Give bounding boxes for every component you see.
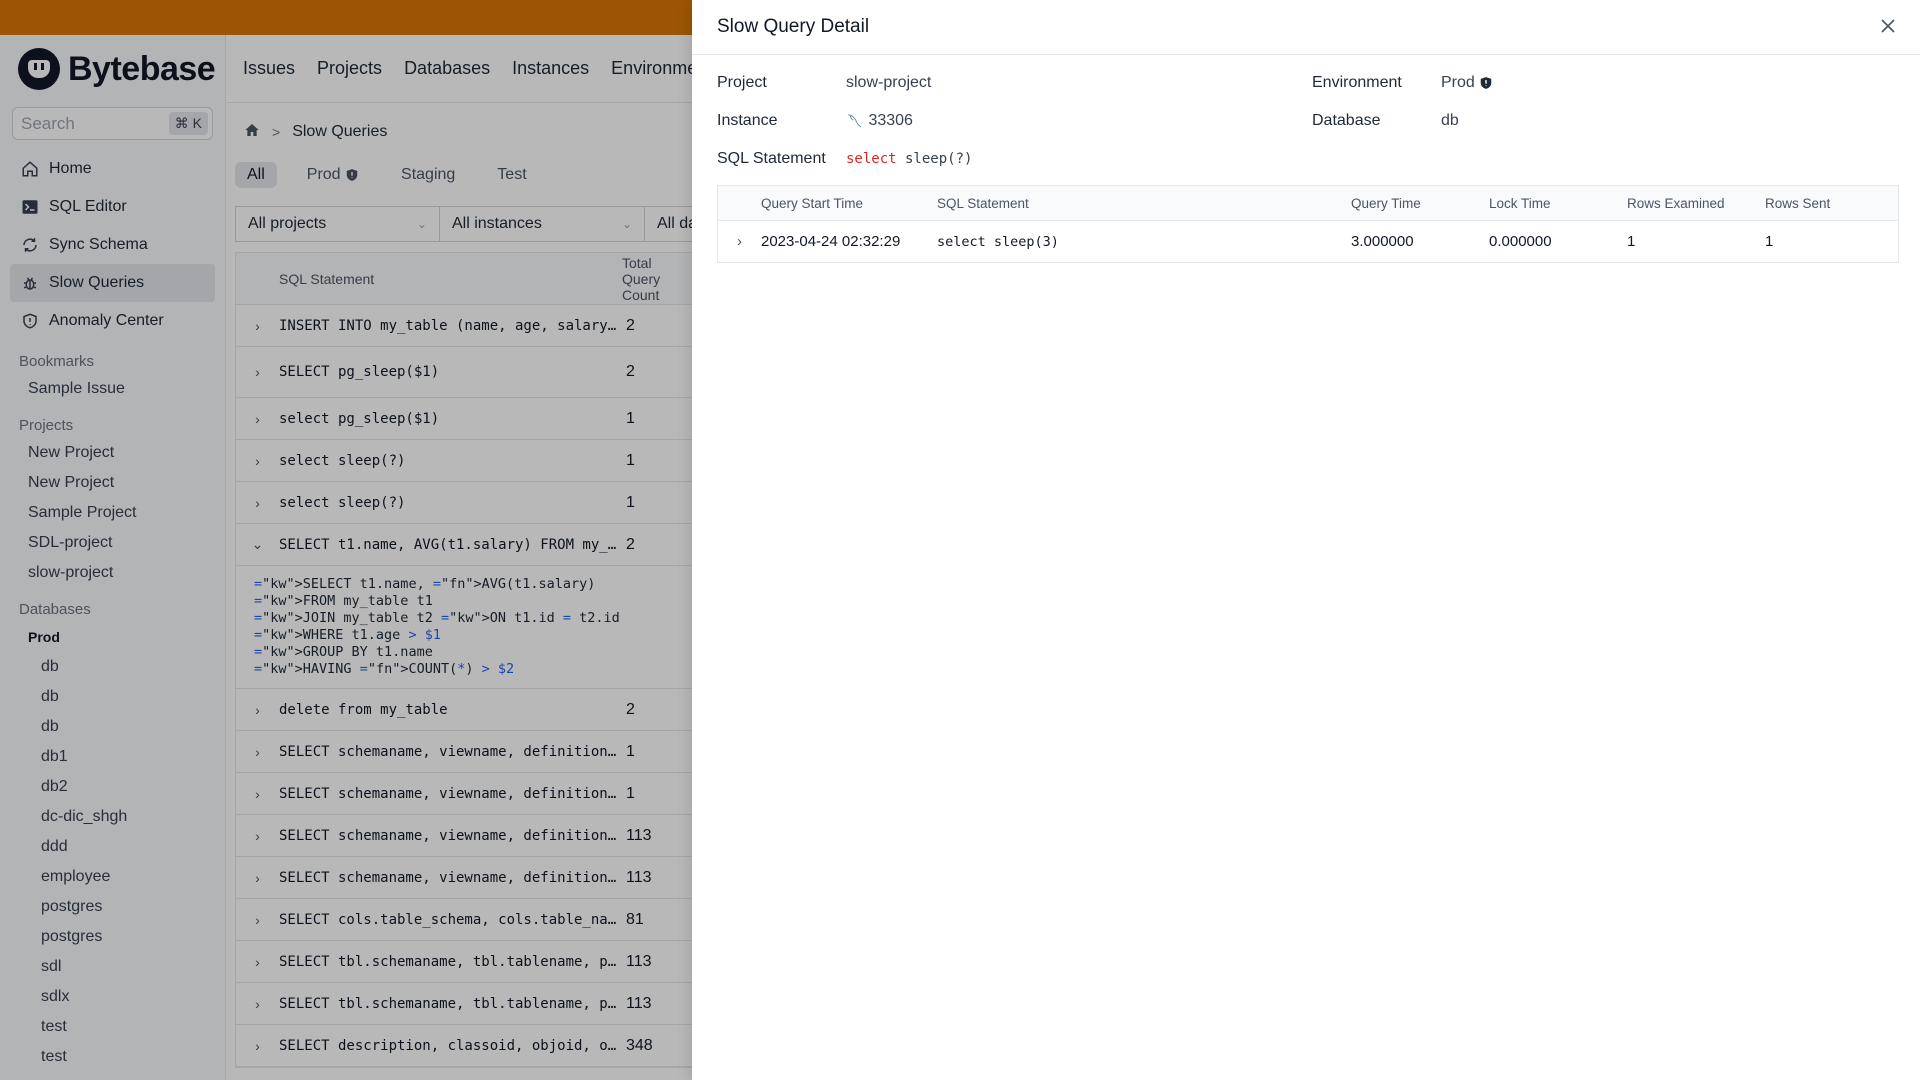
modal-overlay[interactable]: [0, 0, 692, 1080]
drawer-header: Slow Query Detail: [692, 0, 1920, 55]
environment-value[interactable]: Prod: [1441, 74, 1493, 92]
environment-field: Environment Prod: [1312, 74, 1493, 92]
shield-icon: [1481, 77, 1492, 89]
sql-statement-value: select sleep(?): [846, 151, 973, 167]
instance-field: Instance 33306: [717, 112, 913, 130]
project-value[interactable]: slow-project: [846, 74, 931, 92]
column-query-start-time: Query Start Time: [761, 195, 864, 211]
close-button[interactable]: [1876, 14, 1900, 40]
column-lock-time: Lock Time: [1489, 195, 1551, 211]
slow-query-detail-drawer: Slow Query Detail Project slow-project E…: [692, 0, 1920, 1080]
mysql-icon: [848, 114, 862, 128]
sql-statement-field: SQL Statement select sleep(?): [717, 150, 973, 167]
database-field: Database db: [1312, 112, 1459, 130]
column-query-time: Query Time: [1351, 195, 1421, 211]
query-log-header: Query Start Time SQL Statement Query Tim…: [718, 186, 1898, 221]
column-sql-statement: SQL Statement: [937, 195, 1029, 211]
close-icon: [1881, 19, 1895, 33]
chevron-right-icon[interactable]: ›: [718, 233, 761, 250]
column-rows-examined: Rows Examined: [1627, 195, 1725, 211]
instance-value[interactable]: 33306: [846, 112, 913, 130]
query-log-row[interactable]: › 2023-04-24 02:32:29 select sleep(3) 3.…: [718, 221, 1898, 262]
drawer-title: Slow Query Detail: [717, 16, 870, 37]
query-info: Project slow-project Environment Prod In…: [692, 55, 1920, 185]
query-log-table: Query Start Time SQL Statement Query Tim…: [717, 185, 1899, 263]
column-rows-sent: Rows Sent: [1765, 195, 1831, 211]
database-value[interactable]: db: [1441, 112, 1459, 130]
project-field: Project slow-project: [717, 74, 932, 92]
